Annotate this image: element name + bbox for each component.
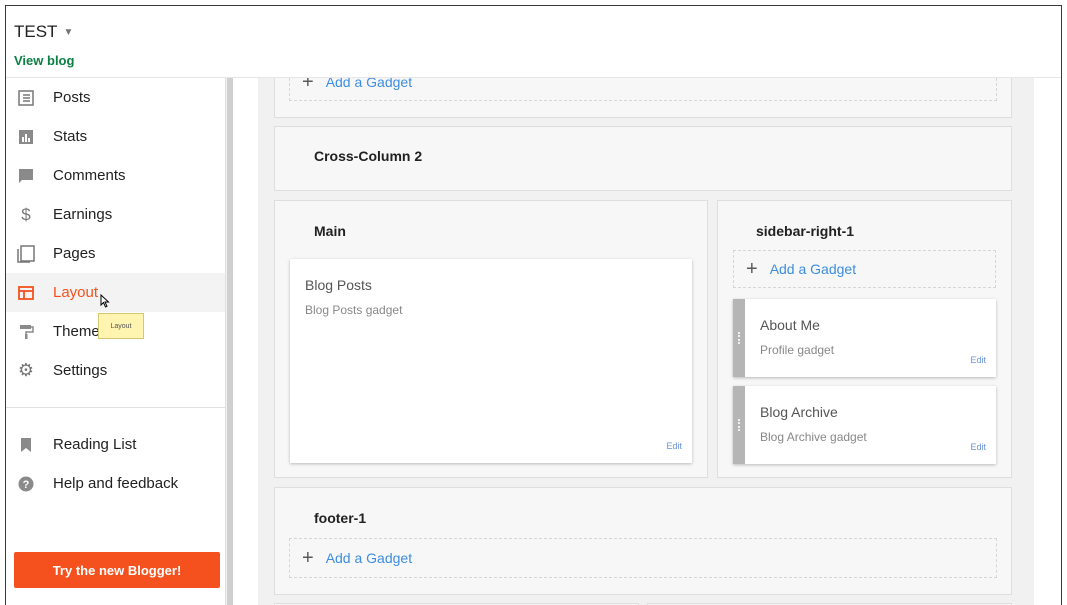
pages-icon: [16, 244, 36, 264]
section-sidebar-right-1: sidebar-right-1 + Add a Gadget About Me …: [717, 200, 1012, 478]
stats-icon: [16, 127, 36, 147]
layout-canvas: + Add a Gadget Cross-Column 2 Main Blog …: [258, 78, 1034, 605]
help-icon: ?: [16, 474, 36, 494]
sidebar-item-earnings[interactable]: $ Earnings: [6, 195, 225, 234]
section-top: + Add a Gadget: [274, 78, 1012, 118]
dollar-icon: $: [21, 204, 31, 224]
sidebar-item-pages[interactable]: Pages: [6, 234, 225, 273]
sidebar-item-label: Comments: [53, 167, 126, 184]
gadget-subtitle: Profile gadget: [760, 343, 835, 357]
svg-text:?: ?: [23, 479, 30, 491]
add-gadget-label: Add a Gadget: [769, 261, 857, 277]
theme-roller-icon: [16, 322, 36, 342]
gadget-title: Blog Posts: [305, 277, 372, 293]
plus-icon: +: [302, 78, 314, 93]
sidebar-item-label: Posts: [53, 89, 91, 106]
blog-selector[interactable]: TEST ▼: [14, 22, 73, 42]
section-cross-column-2: Cross-Column 2: [274, 126, 1012, 191]
sidebar-item-layout[interactable]: Layout: [6, 273, 225, 312]
layout-tooltip: Layout: [98, 313, 144, 339]
try-new-blogger-button[interactable]: Try the new Blogger!: [14, 552, 220, 588]
sidebar-item-help[interactable]: ? Help and feedback: [6, 464, 225, 503]
add-gadget-button[interactable]: + Add a Gadget: [289, 538, 997, 578]
sidebar-item-stats[interactable]: Stats: [6, 117, 225, 156]
sidebar-divider: [6, 407, 225, 408]
section-title: footer-1: [314, 510, 367, 526]
main-scrollbar[interactable]: [1038, 78, 1061, 605]
sidebar-item-label: Pages: [53, 245, 96, 262]
drag-handle[interactable]: [733, 386, 745, 464]
edit-link[interactable]: Edit: [970, 442, 986, 452]
sidebar-item-label: Reading List: [53, 436, 137, 453]
top-header: TEST ▼ View blog: [6, 6, 1061, 78]
edit-link[interactable]: Edit: [970, 355, 986, 365]
sidebar-scrollbar[interactable]: [225, 78, 233, 605]
edit-link[interactable]: Edit: [666, 441, 682, 451]
sidebar-item-label: Help and feedback: [53, 475, 179, 492]
gadget-subtitle: Blog Archive gadget: [760, 430, 867, 444]
section-title: Cross-Column 2: [314, 148, 423, 164]
mouse-pointer-icon: [100, 294, 110, 308]
gadget-title: Blog Archive: [760, 404, 838, 420]
sidebar-item-posts[interactable]: Posts: [6, 78, 225, 117]
bookmark-icon: [16, 435, 36, 455]
sidebar-item-comments[interactable]: Comments: [6, 156, 225, 195]
section-footer-1: footer-1 + Add a Gadget: [274, 487, 1012, 595]
section-title: Main: [314, 223, 346, 239]
gadget-about-me[interactable]: About Me Profile gadget Edit: [733, 299, 996, 377]
sidebar-item-label: Settings: [53, 362, 108, 379]
sidebar-item-label: Earnings: [53, 206, 113, 223]
layout-icon: [16, 283, 36, 303]
plus-icon: +: [302, 547, 314, 569]
section-main: Main Blog Posts Blog Posts gadget Edit: [274, 200, 708, 478]
posts-icon: [16, 88, 36, 108]
gadget-title: About Me: [760, 317, 820, 333]
comments-icon: [16, 166, 36, 186]
gadget-subtitle: Blog Posts gadget: [305, 303, 403, 317]
add-gadget-label: Add a Gadget: [325, 78, 413, 90]
add-gadget-button[interactable]: + Add a Gadget: [733, 250, 996, 288]
sidebar-item-settings[interactable]: ⚙ Settings: [6, 351, 225, 390]
gear-icon: ⚙: [17, 360, 35, 380]
view-blog-link[interactable]: View blog: [14, 53, 74, 68]
blog-title: TEST: [14, 22, 58, 41]
plus-icon: +: [746, 258, 758, 280]
sidebar-item-label: Theme: [53, 323, 100, 340]
gadget-blog-archive[interactable]: Blog Archive Blog Archive gadget Edit: [733, 386, 996, 464]
gadget-blog-posts[interactable]: Blog Posts Blog Posts gadget Edit: [290, 259, 692, 463]
sidebar-item-label: Stats: [53, 128, 88, 145]
add-gadget-label: Add a Gadget: [325, 550, 413, 566]
layout-editor: + Add a Gadget Cross-Column 2 Main Blog …: [233, 78, 1038, 605]
caret-down-icon: ▼: [63, 26, 74, 38]
sidebar-item-label: Layout: [53, 284, 99, 301]
section-title: sidebar-right-1: [756, 223, 855, 239]
sidebar-item-reading-list[interactable]: Reading List: [6, 425, 225, 464]
add-gadget-button[interactable]: + Add a Gadget: [289, 78, 997, 101]
drag-handle[interactable]: [733, 299, 745, 377]
sidebar: Posts Stats Comments $ Earnings Pages La…: [6, 78, 225, 605]
